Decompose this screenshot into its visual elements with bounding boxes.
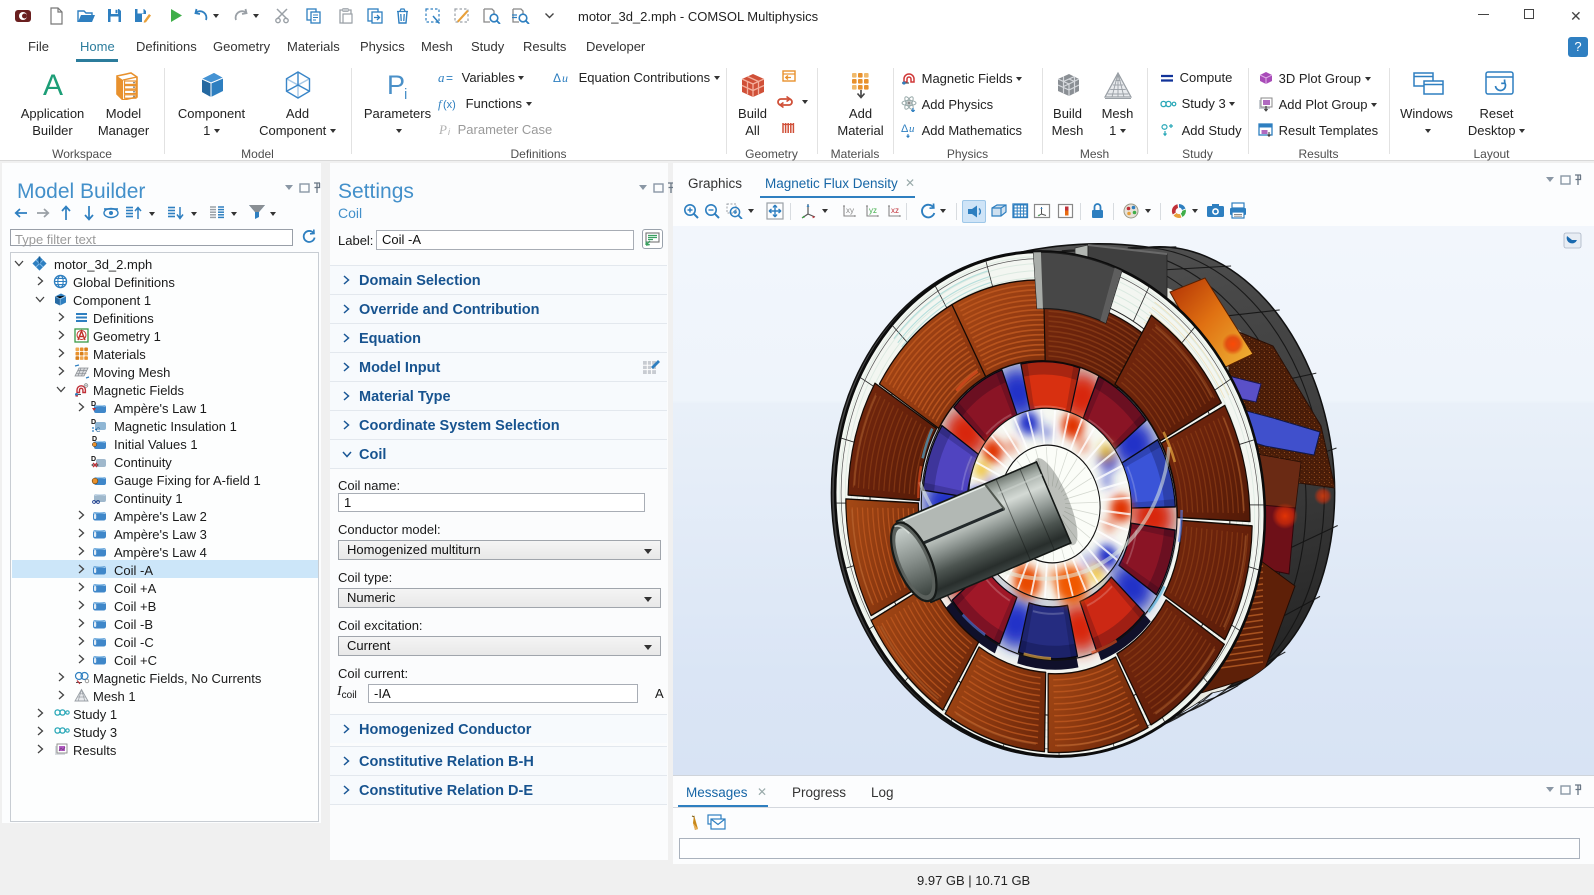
svg-text:D: D: [91, 401, 96, 408]
svg-text:xz: xz: [891, 206, 899, 215]
svg-text:a: a: [438, 71, 445, 85]
svg-text:Δ: Δ: [901, 123, 909, 135]
svg-text:Δ: Δ: [553, 71, 561, 85]
svg-text:yz: yz: [869, 206, 877, 215]
svg-text:i: i: [448, 127, 451, 137]
svg-text:u: u: [562, 71, 568, 85]
svg-text:D: D: [92, 436, 97, 443]
svg-text:P: P: [438, 123, 447, 137]
svg-text:xy: xy: [846, 206, 854, 215]
svg-text:i: i: [404, 86, 407, 100]
svg-text:C: C: [96, 428, 101, 433]
svg-text:=: =: [446, 71, 453, 85]
svg-text:(x): (x): [443, 99, 456, 111]
svg-text:P: P: [387, 70, 405, 100]
svg-text:D: D: [91, 456, 96, 463]
svg-text:A: A: [42, 70, 62, 100]
svg-text:D: D: [91, 419, 96, 426]
svg-text:u: u: [909, 123, 915, 135]
